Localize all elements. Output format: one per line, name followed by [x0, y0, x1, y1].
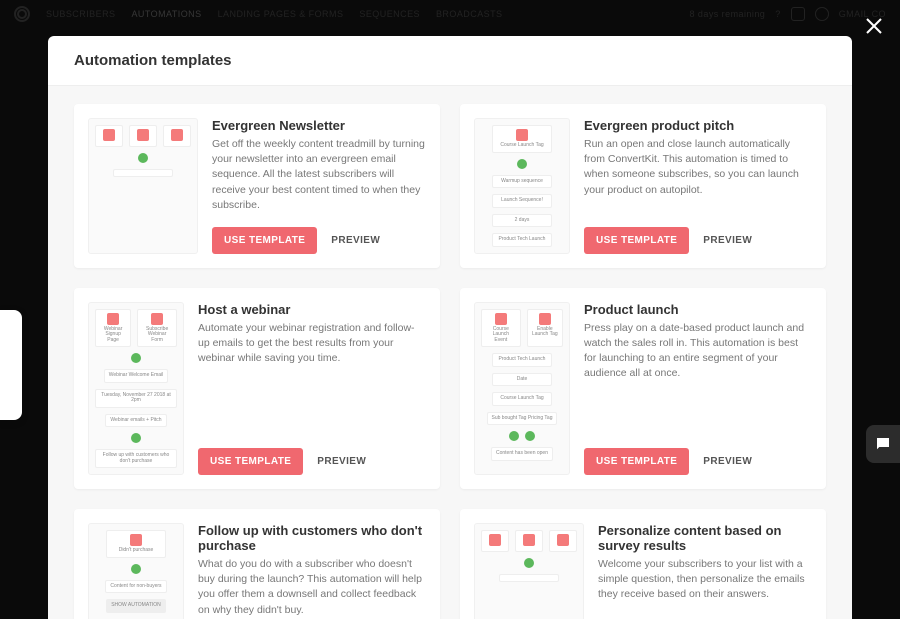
- template-description: Automate your webinar registration and f…: [198, 321, 426, 367]
- template-card-evergreen-newsletter: Evergreen Newsletter Get off the weekly …: [74, 104, 440, 268]
- template-description: Get off the weekly content treadmill by …: [212, 137, 426, 213]
- template-title: Product launch: [584, 302, 812, 317]
- use-template-button[interactable]: USE TEMPLATE: [584, 448, 689, 475]
- template-card-host-webinar: Webinar Signup Page Subscribe Webinar Fo…: [74, 288, 440, 490]
- modal-header: Automation templates: [48, 36, 852, 86]
- template-thumbnail: Didn't purchase Content for non-buyers S…: [88, 523, 184, 619]
- close-icon[interactable]: [862, 14, 886, 38]
- template-card-evergreen-pitch: Course Launch Tag Warmup sequence Launch…: [460, 104, 826, 268]
- preview-button[interactable]: PREVIEW: [703, 456, 752, 467]
- side-feedback-widget[interactable]: [0, 310, 22, 420]
- template-thumbnail: Webinar Signup Page Subscribe Webinar Fo…: [88, 302, 184, 476]
- template-title: Evergreen product pitch: [584, 118, 812, 133]
- template-card-personalize-content: Personalize content based on survey resu…: [460, 509, 826, 619]
- template-title: Follow up with customers who don't purch…: [198, 523, 426, 553]
- template-description: Run an open and close launch automatical…: [584, 137, 812, 198]
- template-card-product-launch: Course Launch Event Enable Launch Tag Pr…: [460, 288, 826, 490]
- template-thumbnail: Course Launch Tag Warmup sequence Launch…: [474, 118, 570, 254]
- preview-button[interactable]: PREVIEW: [317, 456, 366, 467]
- template-description: Welcome your subscribers to your list wi…: [598, 557, 812, 603]
- automation-templates-modal: Automation templates Evergreen Newslette…: [48, 36, 852, 619]
- use-template-button[interactable]: USE TEMPLATE: [212, 227, 317, 254]
- template-thumbnail: Course Launch Event Enable Launch Tag Pr…: [474, 302, 570, 476]
- template-thumbnail: [474, 523, 584, 619]
- template-title: Host a webinar: [198, 302, 426, 317]
- template-description: Press play on a date-based product launc…: [584, 321, 812, 382]
- use-template-button[interactable]: USE TEMPLATE: [198, 448, 303, 475]
- template-card-follow-up: Didn't purchase Content for non-buyers S…: [74, 509, 440, 619]
- preview-button[interactable]: PREVIEW: [331, 235, 380, 246]
- modal-body: Evergreen Newsletter Get off the weekly …: [48, 86, 852, 619]
- modal-title: Automation templates: [74, 52, 826, 69]
- preview-button[interactable]: PREVIEW: [703, 235, 752, 246]
- use-template-button[interactable]: USE TEMPLATE: [584, 227, 689, 254]
- template-description: What do you do with a subscriber who doe…: [198, 557, 426, 618]
- template-title: Evergreen Newsletter: [212, 118, 426, 133]
- chat-launcher-icon[interactable]: [866, 425, 900, 463]
- template-title: Personalize content based on survey resu…: [598, 523, 812, 553]
- template-thumbnail: [88, 118, 198, 254]
